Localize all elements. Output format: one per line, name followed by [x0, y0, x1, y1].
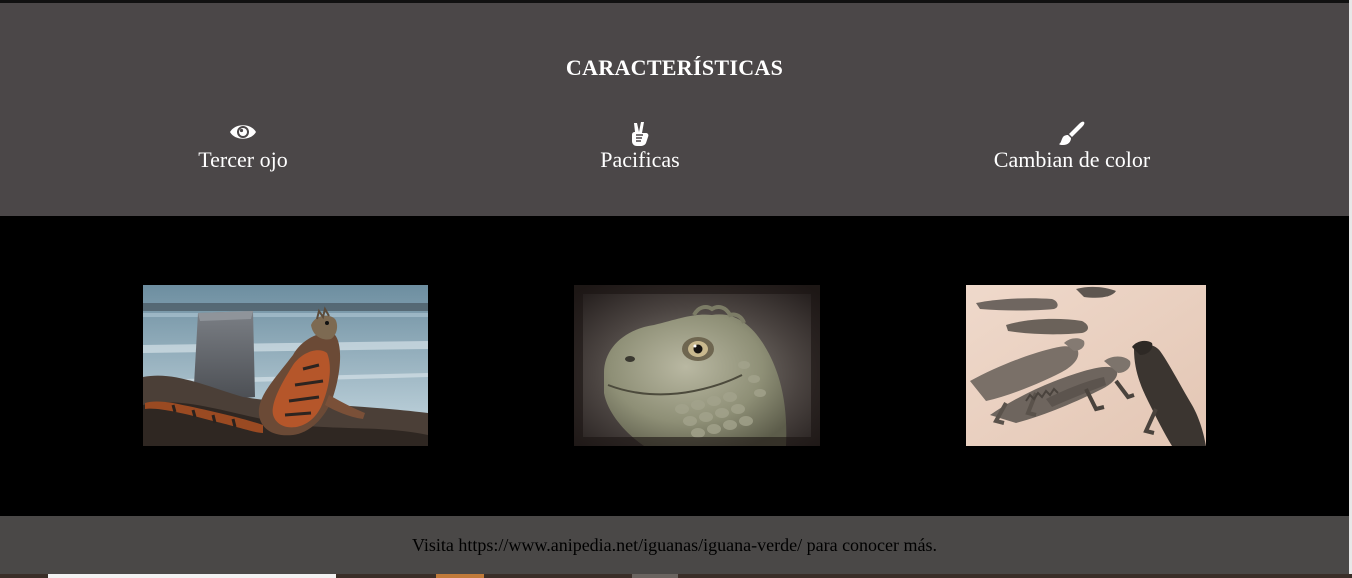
iguanas-on-beach-photo [966, 285, 1206, 446]
eye-icon [93, 121, 393, 147]
features-title: CARACTERÍSTICAS [565, 55, 784, 80]
paintbrush-icon [922, 121, 1222, 147]
feature-label: Pacificas [600, 147, 680, 172]
photo-gallery [0, 216, 1349, 516]
peace-hand-icon [490, 121, 790, 147]
bottom-strip-segment [48, 574, 336, 578]
feature-third-eye: Tercer ojo [93, 121, 393, 173]
feature-peaceful: Pacificas [490, 121, 790, 173]
feature-label: Tercer ojo [198, 147, 288, 172]
features-section: CARACTERÍSTICAS Tercer ojo Pacificas Cam… [0, 3, 1349, 216]
bottom-strip-segment [632, 574, 678, 578]
iguana-on-shore-photo [143, 285, 428, 446]
footer: Visita https://www.anipedia.net/iguanas/… [0, 516, 1349, 574]
feature-label: Cambian de color [993, 147, 1151, 172]
bottom-strip-segment [436, 574, 484, 578]
footer-text: Visita https://www.anipedia.net/iguanas/… [411, 535, 938, 555]
iguana-head-closeup-photo [574, 285, 820, 446]
feature-change-color: Cambian de color [922, 121, 1222, 173]
